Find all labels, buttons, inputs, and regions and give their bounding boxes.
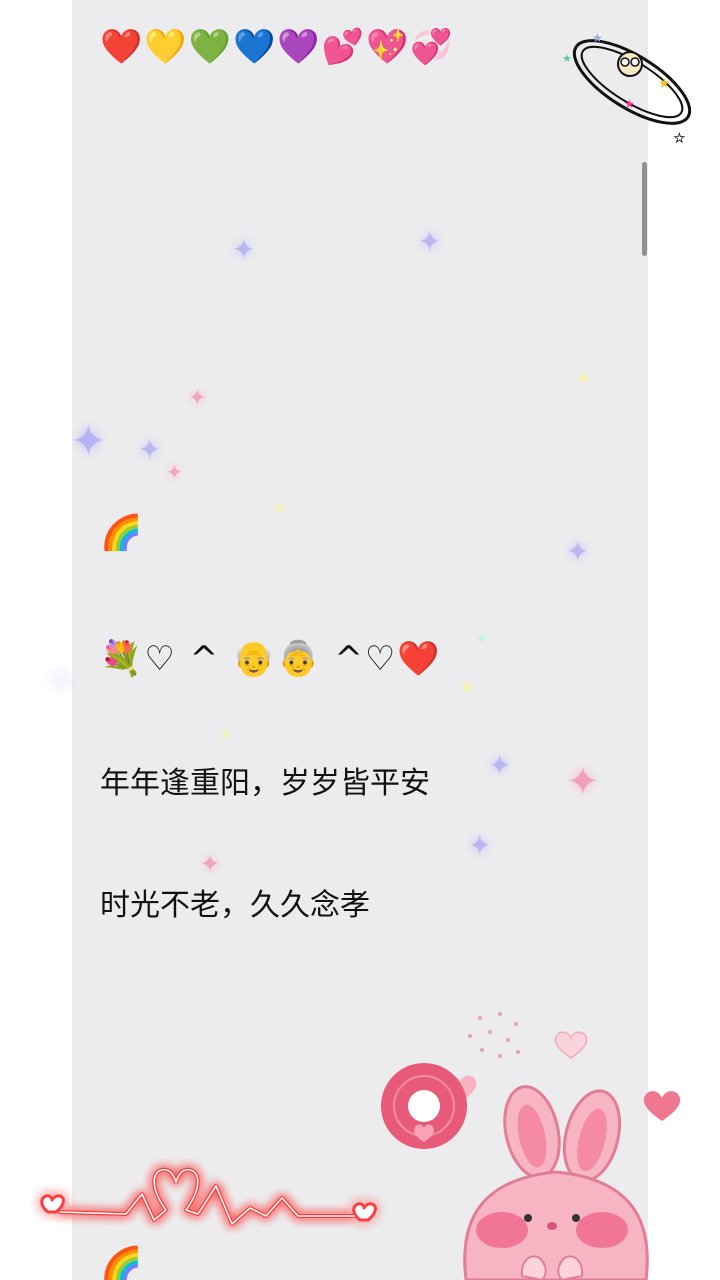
glow-dot bbox=[222, 730, 230, 738]
svg-text:★: ★ bbox=[658, 76, 671, 92]
sparkle-icon: ✦ bbox=[188, 386, 207, 411]
sparkle-icon: ✦ bbox=[138, 433, 162, 466]
sparkle-icon: ✦ bbox=[468, 829, 492, 862]
heart-icon bbox=[554, 1031, 588, 1059]
sparkle-dots bbox=[468, 1012, 520, 1058]
rainbow-emoji-bottom: 🌈 bbox=[100, 1245, 145, 1280]
sparkle-icon: ✦ bbox=[566, 759, 600, 805]
glow-dot bbox=[478, 634, 486, 642]
glow-dot bbox=[580, 374, 588, 382]
family-emoji-row: 💐♡ ^ 👴👵 ^♡❤️ bbox=[100, 639, 442, 679]
scrollbar-thumb[interactable] bbox=[642, 162, 647, 256]
greeting-line-2: 时光不老，久久念孝 bbox=[100, 888, 370, 923]
sparkle-icon: ✦ bbox=[232, 233, 256, 266]
sparkle-icon: ✦ bbox=[418, 225, 442, 258]
heartbeat-line-icon bbox=[40, 1167, 377, 1226]
sparkle-icon: ✦ bbox=[566, 535, 590, 568]
svg-text:★: ★ bbox=[674, 131, 685, 145]
sparkle-icon: ✦ bbox=[200, 850, 221, 878]
hearts-row: ❤️💛💚💙💜💕💖💞 bbox=[100, 27, 455, 67]
greeting-line-1: 年年逢重阳，岁岁皆平安 bbox=[100, 766, 430, 801]
svg-text:★: ★ bbox=[592, 31, 603, 45]
sparkle-icon: ✦ bbox=[488, 749, 512, 782]
sparkle-icon: ✦ bbox=[70, 416, 107, 467]
screen: ✦ ✦ ✦ ✦ ✦ ✦ ✦ ☆ ✦ ✦ ✦ ✦ ❤️💛💚💙💜💕💖💞 🌈 💐♡ ^… bbox=[0, 0, 720, 1280]
glow-dot bbox=[462, 682, 472, 692]
sparkle-icon: ✦ bbox=[166, 460, 183, 484]
glow-dot bbox=[276, 504, 284, 512]
svg-text:★: ★ bbox=[562, 52, 572, 65]
sparkle-icon: ☆ bbox=[46, 659, 77, 699]
rainbow-emoji: 🌈 bbox=[100, 513, 145, 553]
pink-bunny-icon bbox=[463, 1085, 649, 1280]
planet-ring-icon: ★ ★ ★ ★ ★ bbox=[562, 31, 692, 145]
svg-text:★: ★ bbox=[624, 97, 635, 111]
